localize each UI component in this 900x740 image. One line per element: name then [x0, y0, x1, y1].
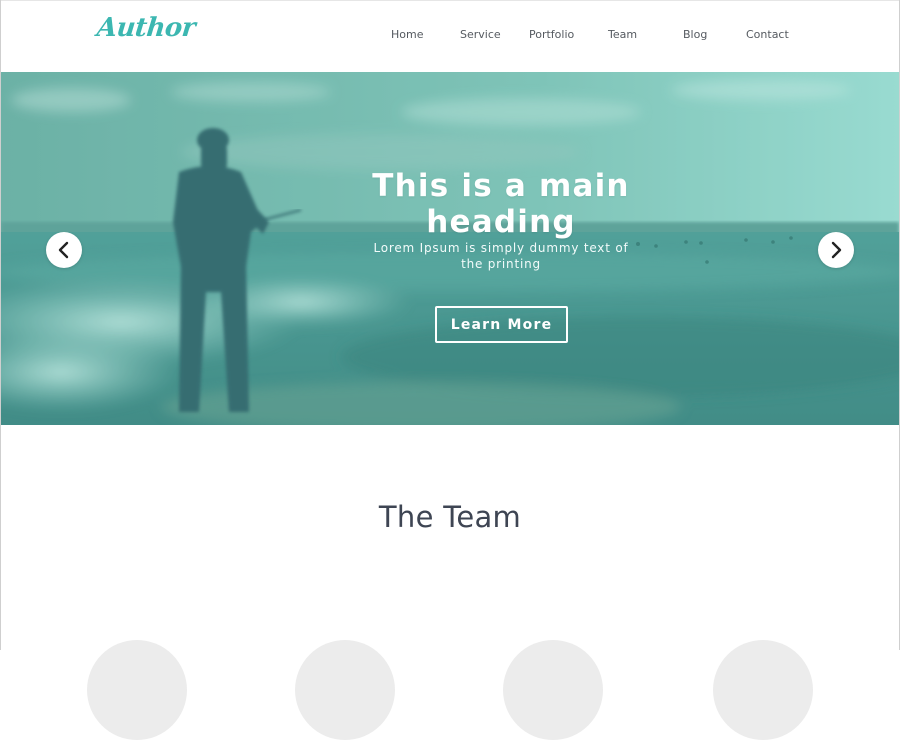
hero-slider: This is a main heading Lorem Ipsum is si…: [1, 72, 899, 425]
nav-item-blog[interactable]: Blog: [683, 28, 707, 41]
team-section-title: The Team: [378, 500, 522, 534]
nav-item-service[interactable]: Service: [460, 28, 501, 41]
team-member-avatar: [713, 640, 813, 740]
nav-links: Home Service Portfolio Team Blog Contact: [1, 28, 899, 46]
nav-item-team[interactable]: Team: [608, 28, 637, 41]
learn-more-button[interactable]: Learn More: [435, 306, 568, 343]
nav-item-contact[interactable]: Contact: [746, 28, 789, 41]
chevron-left-icon: [58, 241, 69, 259]
slider-next-button[interactable]: [818, 232, 854, 268]
team-member-avatar: [295, 640, 395, 740]
nav-item-home[interactable]: Home: [391, 28, 423, 41]
slider-prev-button[interactable]: [46, 232, 82, 268]
hero-subtext: Lorem Ipsum is simply dummy text of the …: [373, 241, 629, 271]
team-member-avatar: [503, 640, 603, 740]
chevron-right-icon: [831, 241, 842, 259]
hero-heading: This is a main heading: [372, 168, 630, 240]
nav-item-portfolio[interactable]: Portfolio: [529, 28, 574, 41]
team-member-avatar: [87, 640, 187, 740]
top-navbar: Author Home Service Portfolio Team Blog …: [1, 0, 899, 72]
